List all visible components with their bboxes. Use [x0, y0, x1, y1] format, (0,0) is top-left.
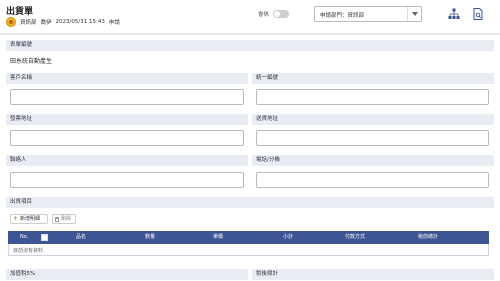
phone-label: 電話/分機	[252, 155, 494, 166]
draft-toggle-label: 會休	[258, 12, 270, 18]
department-select[interactable]: 申請部門：資訊部	[314, 6, 422, 22]
delete-button[interactable]: 刪除	[52, 214, 76, 224]
chevron-down-icon[interactable]	[412, 12, 418, 16]
requester-meta: 資訊部 喬伊 2023/05/31 15:43 申請	[6, 16, 120, 28]
user-name: 喬伊	[40, 20, 52, 26]
col-no: No.	[20, 234, 29, 240]
phone-input[interactable]	[256, 172, 489, 188]
col-quantity: 數量	[145, 234, 156, 240]
tax-id-input[interactable]	[256, 89, 489, 105]
avatar	[6, 17, 16, 27]
department-select-value: 申請部門：資訊部	[320, 13, 365, 19]
select-all-checkbox[interactable]	[41, 234, 48, 241]
draft-toggle-group: 會休	[258, 10, 290, 18]
customer-name-label: 客戶名稱	[6, 73, 248, 84]
document-search-icon[interactable]	[472, 8, 484, 20]
header-divider	[0, 33, 500, 35]
col-product-name: 品名	[76, 234, 87, 240]
col-unit-price: 單價	[213, 234, 224, 240]
tax-label: 加值稅5%	[6, 269, 248, 280]
department-text: 資訊部	[20, 20, 37, 26]
total-label: 稅後總計	[252, 269, 494, 280]
items-table-header: No. 品名 數量 單價 小計 付款方式 稅前總計	[8, 231, 489, 244]
add-detail-button[interactable]: + 新增明細	[10, 214, 48, 224]
org-chart-icon[interactable]	[448, 8, 460, 20]
tax-id-label: 統一編號	[252, 73, 494, 84]
add-detail-label: 新增明細	[20, 216, 41, 222]
delivery-address-input[interactable]	[256, 130, 489, 146]
datetime-text: 2023/05/31 15:43	[55, 19, 105, 25]
col-pretax-total: 稅前總計	[418, 234, 439, 240]
invoice-address-input[interactable]	[10, 130, 244, 146]
col-subtotal: 小計	[283, 234, 294, 240]
select-separator	[407, 7, 408, 21]
empty-table-text: 目前沒有資料	[13, 248, 44, 254]
status-text: 申請	[108, 20, 120, 26]
form-number-label: 表單編號	[6, 40, 494, 51]
page-header: 出貨單 資訊部 喬伊 2023/05/31 15:43 申請 會休 申請部門：資…	[0, 0, 500, 34]
contact-input[interactable]	[10, 172, 244, 188]
items-table-body: 目前沒有資料	[8, 244, 489, 256]
form-number-value: 田糸統自動產生	[10, 58, 53, 65]
delivery-address-label: 送貨地址	[252, 114, 494, 125]
plus-icon: +	[13, 215, 19, 222]
delete-label: 刪除	[61, 216, 72, 222]
items-section-label: 出貨項目	[6, 197, 494, 208]
col-payment-method: 付款方式	[345, 234, 366, 240]
draft-toggle[interactable]	[273, 10, 290, 18]
customer-name-input[interactable]	[10, 89, 244, 105]
trash-icon	[55, 216, 59, 222]
invoice-address-label: 發票地址	[6, 114, 248, 125]
contact-label: 聯絡人	[6, 155, 248, 166]
